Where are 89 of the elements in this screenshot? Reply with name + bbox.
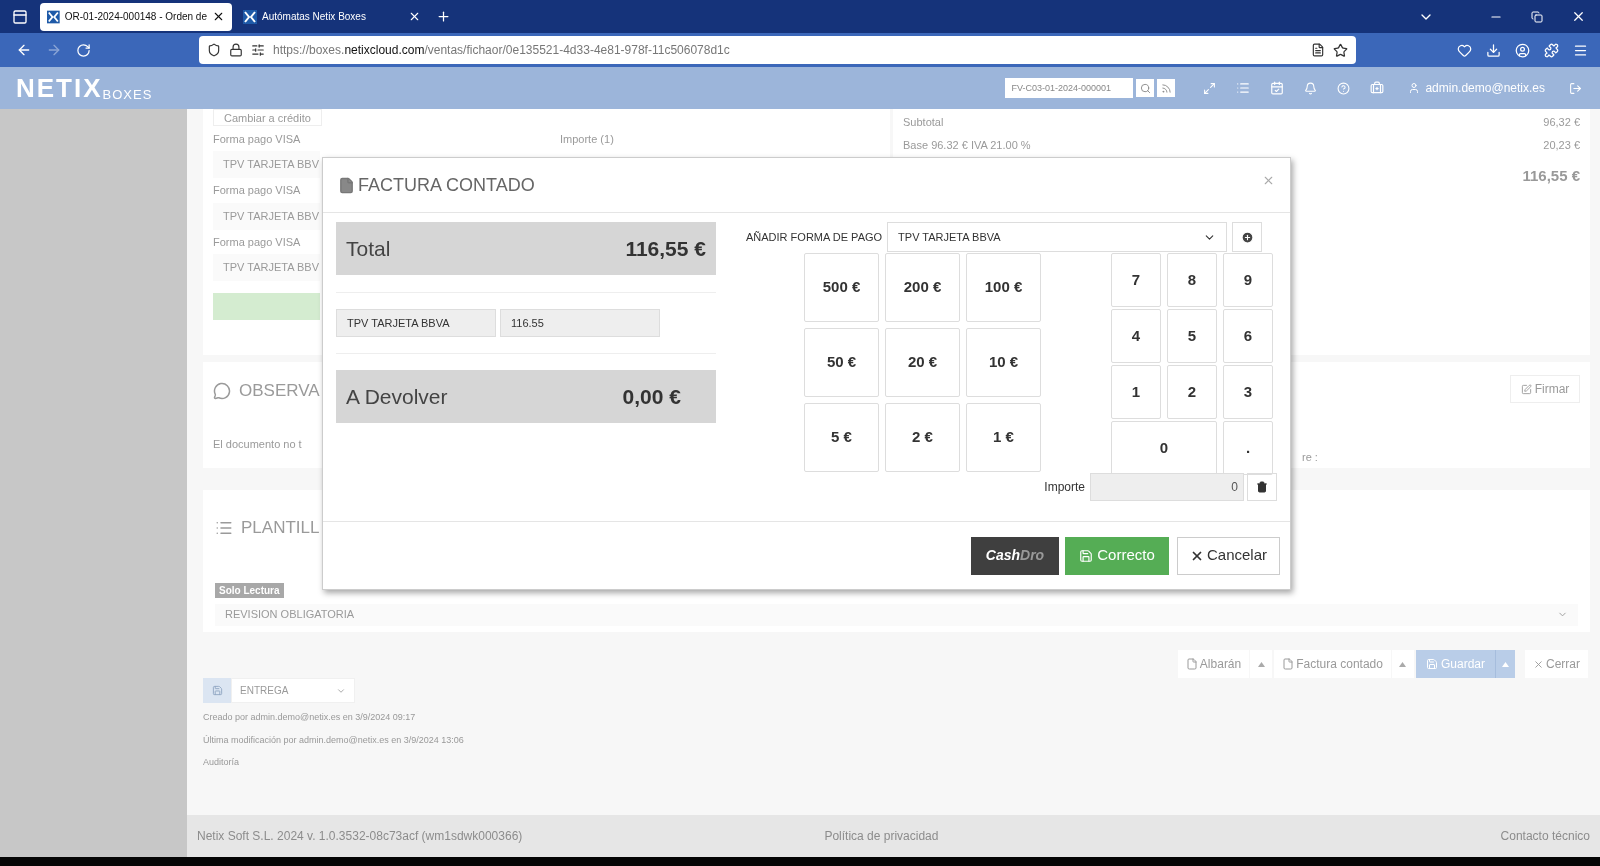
change-label: A Devolver: [346, 383, 448, 410]
bill-button[interactable]: 100 €: [966, 253, 1041, 322]
keypad-key[interactable]: 5: [1167, 309, 1217, 363]
close-icon[interactable]: [1571, 9, 1586, 24]
audit-text: Última modificación por admin.demo@netix.es en 3/9/2024 13:06: [203, 733, 464, 747]
close-icon: [1533, 658, 1544, 670]
field-label: Importe (1): [560, 131, 614, 147]
x-logo-icon: [47, 9, 60, 24]
reload-icon[interactable]: [76, 42, 91, 58]
comment-icon: [213, 381, 231, 400]
document-icon: [1282, 658, 1295, 670]
sliders-icon[interactable]: [251, 43, 265, 57]
address-field[interactable]: https://boxes.netixcloud.com/ventas/fichaor/0e135521-4d33-4e81-978f-11c506078d1c: [199, 36, 1356, 64]
trash-icon: [1256, 481, 1268, 493]
audit-text: Auditoría: [203, 756, 240, 769]
browser-tab[interactable]: OR-01-2024-000148 - Orden de: [40, 2, 232, 31]
bill-button[interactable]: 1 €: [966, 403, 1041, 472]
field-label: AÑADIR FORMA DE PAGO: [746, 229, 883, 245]
keypad-key[interactable]: 8: [1167, 253, 1217, 307]
change-amount: 0,00 €: [622, 383, 681, 410]
user-icon: [1408, 82, 1421, 94]
browser-tab[interactable]: Autómatas Netix Boxes: [236, 2, 428, 31]
shield-icon[interactable]: [207, 43, 221, 57]
read-only-badge: Solo Lectura: [215, 582, 284, 598]
lock-icon[interactable]: [229, 43, 243, 57]
keypad-key[interactable]: 2: [1167, 365, 1217, 419]
back-icon[interactable]: [16, 42, 32, 58]
caret-icon: [1502, 661, 1509, 667]
total-label: Total: [346, 235, 391, 262]
card-title: OBSERVA: [239, 380, 320, 402]
bill-button[interactable]: 2 €: [885, 403, 960, 472]
pen-icon: [1520, 383, 1532, 395]
bill-button[interactable]: 500 €: [804, 253, 879, 322]
caret-icon: [1257, 661, 1265, 667]
x-logo-icon: [243, 9, 257, 24]
add-button[interactable]: [1232, 222, 1263, 252]
card-title: PLANTILL: [241, 517, 320, 539]
audit-text: Creado por admin.demo@netix.es en 3/9/2024 09:17: [203, 711, 416, 724]
field-label: Forma pago VISA: [213, 234, 301, 250]
menu-icon[interactable]: [1573, 42, 1588, 58]
new-tab-icon[interactable]: [436, 9, 451, 24]
keypad-key[interactable]: 6: [1223, 309, 1273, 363]
bill-button[interactable]: 200 €: [885, 253, 960, 322]
plus-circle-icon: [1240, 230, 1254, 244]
bill-button[interactable]: 10 €: [966, 328, 1041, 397]
search-icon[interactable]: [1136, 79, 1155, 97]
total-value: 20,23 €: [1543, 138, 1580, 154]
bill-button[interactable]: 20 €: [885, 328, 960, 397]
document-icon: [1185, 658, 1198, 670]
method-field[interactable]: TPV TARJETA BBVA: [336, 309, 496, 337]
footer-text: Netix Soft S.L. 2024 v. 1.0.3532-08c73acf (wm1sdwk000366): [197, 828, 523, 845]
cancel-button[interactable]: Cancelar: [1177, 536, 1280, 575]
total-label: Subtotal: [903, 115, 944, 131]
reader-icon[interactable]: [1311, 43, 1325, 57]
method-select[interactable]: TPV TARJETA BBVA: [887, 222, 1228, 252]
total-amount: 116,55 €: [625, 235, 706, 262]
cashdro-button[interactable]: CashDro: [971, 536, 1059, 575]
field-label: Forma pago VISA: [213, 131, 302, 147]
caret-icon: [1399, 661, 1407, 667]
field-label: Importe: [1044, 479, 1085, 496]
keypad-key[interactable]: 4: [1111, 309, 1161, 363]
keypad-key[interactable]: 7: [1111, 253, 1161, 307]
keypad-key[interactable]: 1: [1111, 365, 1161, 419]
field-label: Forma pago VISA: [213, 183, 301, 198]
amount-field[interactable]: 0: [1090, 473, 1244, 501]
save-icon: [1079, 548, 1094, 563]
star-icon[interactable]: [1333, 42, 1348, 58]
save-icon: [1425, 658, 1438, 670]
field-label: re :: [1302, 451, 1318, 463]
delete-button[interactable]: [1247, 473, 1277, 501]
keypad-key[interactable]: 9: [1223, 253, 1273, 307]
extensions-icon[interactable]: [1544, 42, 1559, 58]
close-icon[interactable]: [408, 10, 421, 23]
close-icon[interactable]: [212, 10, 225, 23]
account-icon[interactable]: [1515, 42, 1530, 58]
download-icon[interactable]: [1486, 42, 1501, 58]
total-amount: 116,55 €: [1522, 166, 1580, 186]
bill-button[interactable]: 50 €: [804, 328, 879, 397]
keypad-key[interactable]: 3: [1223, 365, 1273, 419]
search-field[interactable]: FV-C03-01-2024-000001: [1005, 78, 1134, 98]
bill-button[interactable]: 5 €: [804, 403, 879, 472]
logo: NETIXBOXES: [16, 75, 153, 101]
restore-icon[interactable]: [1531, 10, 1543, 23]
document-icon: [338, 176, 355, 194]
note-text: El documento no t: [213, 437, 302, 450]
amount-field[interactable]: 116.55: [500, 309, 660, 337]
total-value: 96,32 €: [1543, 115, 1580, 131]
total-label: Base 96.32 € IVA 21.00 %: [903, 138, 1031, 154]
dialog-title: FACTURA CONTADO: [358, 173, 535, 197]
